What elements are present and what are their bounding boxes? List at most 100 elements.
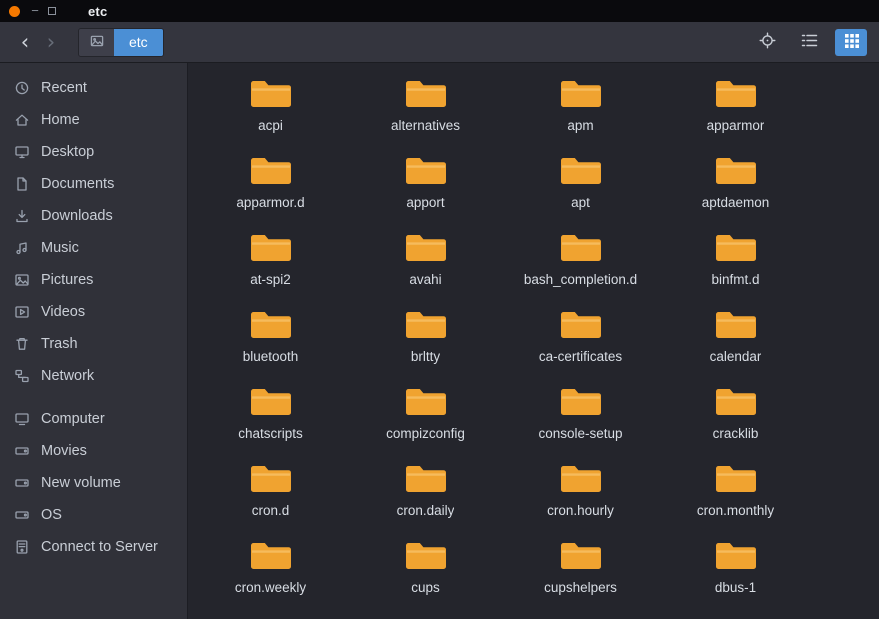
sidebar-item-connect-to-server[interactable]: Connect to Server (0, 531, 187, 563)
drive-icon (14, 475, 30, 491)
folder-item-avahi[interactable]: avahi (348, 222, 503, 299)
sidebar-item-videos[interactable]: Videos (0, 296, 187, 328)
folder-label: apport (406, 195, 445, 210)
folder-item-apparmor-d[interactable]: apparmor.d (193, 145, 348, 222)
folder-item-cron-weekly[interactable]: cron.weekly (193, 530, 348, 607)
window-body: Recent Home Desktop Documents Downloads Music… (0, 63, 879, 619)
back-button[interactable]: ‹ (12, 28, 38, 56)
folder-item-bash-completion-d[interactable]: bash_completion.d (503, 222, 658, 299)
folder-item-bluetooth[interactable]: bluetooth (193, 299, 348, 376)
sidebar-item-pictures[interactable]: Pictures (0, 264, 187, 296)
folder-item-apparmor[interactable]: apparmor (658, 68, 813, 145)
sidebar-item-computer[interactable]: Computer (0, 403, 187, 435)
path-current-button[interactable]: etc (114, 28, 163, 56)
toolbar: ‹ › etc (0, 22, 879, 63)
folder-item-ca-certificates[interactable]: ca-certificates (503, 299, 658, 376)
grid-view-icon (844, 33, 859, 51)
folder-item-alternatives[interactable]: alternatives (348, 68, 503, 145)
folder-label: cron.daily (396, 503, 455, 518)
sidebar-item-os[interactable]: OS (0, 499, 187, 531)
folder-icon (404, 539, 448, 573)
folder-icon (714, 462, 758, 496)
folder-item-dbus-1[interactable]: dbus-1 (658, 530, 813, 607)
folder-icon (559, 77, 603, 111)
folder-item-cracklib[interactable]: cracklib (658, 376, 813, 453)
folder-item-cron-d[interactable]: cron.d (193, 453, 348, 530)
folder-icon (714, 231, 758, 265)
home-icon (14, 112, 30, 128)
search-icon (759, 32, 776, 52)
sidebar-item-documents[interactable]: Documents (0, 168, 187, 200)
folder-item-console-setup[interactable]: console-setup (503, 376, 658, 453)
folder-item-apt[interactable]: apt (503, 145, 658, 222)
folder-icon (249, 385, 293, 419)
desktop-icon (14, 144, 30, 160)
folder-item-chatscripts[interactable]: chatscripts (193, 376, 348, 453)
folder-item-calendar[interactable]: calendar (658, 299, 813, 376)
folder-icon (249, 154, 293, 188)
folder-icon (559, 539, 603, 573)
sidebar-item-network[interactable]: Network (0, 360, 187, 392)
sidebar-item-downloads[interactable]: Downloads (0, 200, 187, 232)
sidebar-item-label: Videos (41, 304, 86, 320)
sidebar-item-music[interactable]: Music (0, 232, 187, 264)
search-button[interactable] (751, 29, 783, 56)
sidebar-item-label: New volume (41, 475, 121, 491)
sidebar-item-desktop[interactable]: Desktop (0, 136, 187, 168)
grid-view-button[interactable] (835, 28, 867, 56)
drive-icon (14, 507, 30, 523)
sidebar-item-label: Computer (41, 411, 105, 427)
close-button[interactable] (9, 5, 20, 17)
folder-icon (714, 308, 758, 342)
folder-icon (249, 462, 293, 496)
documents-icon (14, 176, 30, 192)
sidebar-item-label: Music (41, 240, 79, 256)
folder-icon (404, 231, 448, 265)
sidebar-section: Computer Movies New volume OS Connect to Ser… (0, 403, 187, 563)
folder-item-cron-daily[interactable]: cron.daily (348, 453, 503, 530)
recent-icon (14, 80, 30, 96)
minimize-button[interactable]: − (26, 4, 44, 17)
folder-item-binfmt-d[interactable]: binfmt.d (658, 222, 813, 299)
sidebar-item-new-volume[interactable]: New volume (0, 467, 187, 499)
sidebar-item-label: Downloads (41, 208, 113, 224)
sidebar-item-recent[interactable]: Recent (0, 72, 187, 104)
folder-icon (559, 385, 603, 419)
folder-item-cups[interactable]: cups (348, 530, 503, 607)
sidebar-item-movies[interactable]: Movies (0, 435, 187, 467)
folder-icon (249, 539, 293, 573)
folder-icon (404, 308, 448, 342)
folder-label: bash_completion.d (523, 272, 638, 287)
folder-item-apm[interactable]: apm (503, 68, 658, 145)
folder-item-at-spi2[interactable]: at-spi2 (193, 222, 348, 299)
folder-item-aptdaemon[interactable]: aptdaemon (658, 145, 813, 222)
folder-item-apport[interactable]: apport (348, 145, 503, 222)
folder-item-compizconfig[interactable]: compizconfig (348, 376, 503, 453)
sidebar-item-home[interactable]: Home (0, 104, 187, 136)
folder-item-brltty[interactable]: brltty (348, 299, 503, 376)
folder-label: cron.weekly (234, 580, 307, 595)
sidebar-item-label: Home (41, 112, 80, 128)
folder-item-cron-monthly[interactable]: cron.monthly (658, 453, 813, 530)
path-bar: etc (78, 27, 164, 57)
folder-label: apparmor.d (236, 195, 305, 210)
image-icon (89, 33, 105, 52)
folder-icon (404, 385, 448, 419)
server-icon (14, 539, 30, 555)
folder-label: cron.monthly (696, 503, 775, 518)
path-root-button[interactable] (79, 28, 114, 56)
trash-icon (14, 336, 30, 352)
folder-grid: acpi alternatives apm apparmor apparmor.d app… (193, 68, 879, 607)
titlebar: − etc (0, 0, 879, 22)
forward-button[interactable]: › (38, 28, 64, 56)
folder-label: cron.hourly (547, 503, 614, 518)
sidebar-item-trash[interactable]: Trash (0, 328, 187, 360)
folder-item-cron-hourly[interactable]: cron.hourly (503, 453, 658, 530)
folder-label: aptdaemon (701, 195, 770, 210)
folder-label: compizconfig (386, 426, 465, 441)
folder-item-acpi[interactable]: acpi (193, 68, 348, 145)
list-view-button[interactable] (793, 29, 825, 56)
folder-item-cupshelpers[interactable]: cupshelpers (503, 530, 658, 607)
maximize-button[interactable] (48, 7, 56, 15)
folder-icon (559, 308, 603, 342)
